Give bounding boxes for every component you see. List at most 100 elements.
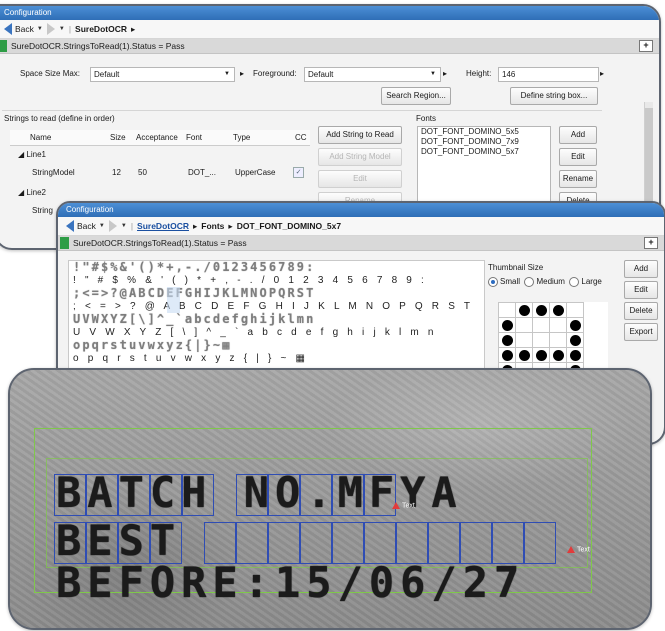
table-row[interactable]: String: [32, 206, 53, 215]
breadcrumb-suredotocr[interactable]: SureDotOCR: [75, 24, 127, 34]
dot-on-icon: [518, 349, 530, 361]
radio-icon: [569, 277, 580, 287]
radio-medium[interactable]: Medium: [524, 277, 565, 287]
char-box: [236, 522, 268, 564]
back-button[interactable]: Back ▼: [66, 220, 105, 232]
dot-glyph-row[interactable]: !"#$%&'()*+,-./0123456789:: [69, 261, 484, 274]
cc-checkbox[interactable]: ✓: [293, 167, 304, 178]
edit-font-button[interactable]: Edit: [559, 148, 597, 166]
char-box: [150, 522, 182, 564]
row-name: StringModel: [32, 168, 75, 177]
window-title: Configuration: [0, 6, 659, 20]
breadcrumb-suredotocr[interactable]: SureDotOCR: [137, 221, 189, 231]
add-string-model-button[interactable]: Add String Model: [318, 148, 402, 166]
strings-section-label: Strings to read (define in order): [4, 114, 115, 123]
string-marker[interactable]: Text: [567, 546, 590, 553]
fonts-list[interactable]: DOT_FONT_DOMINO_5x5 DOT_FONT_DOMINO_7x9 …: [417, 126, 551, 208]
export-glyph-button[interactable]: Export: [624, 323, 658, 341]
anchor-icon: [567, 546, 575, 553]
arrow-right-icon: ▸: [240, 69, 245, 78]
thumbnail-cell: [532, 317, 550, 333]
char-box: [182, 474, 214, 516]
expand-plus-button[interactable]: +: [639, 40, 653, 52]
column-type[interactable]: Type: [233, 133, 250, 142]
column-font[interactable]: Font: [186, 133, 202, 142]
column-acceptance[interactable]: Acceptance: [136, 133, 178, 142]
thumbnail-cell: [549, 302, 567, 318]
rename-font-button[interactable]: Rename: [559, 170, 597, 188]
dot-glyph-row[interactable]: opqrstuvwxyz{|}~▦: [69, 339, 484, 352]
forward-arrow-icon[interactable]: [108, 220, 117, 232]
radio-large[interactable]: Large: [569, 277, 602, 287]
radio-small[interactable]: Small: [488, 277, 520, 287]
foreground-select[interactable]: Default ▼: [304, 67, 441, 82]
table-row[interactable]: StringModel 12 50 DOT_... UpperCase ✓: [32, 167, 312, 180]
foreground-label: Foreground:: [253, 69, 297, 78]
list-item[interactable]: DOT_FONT_DOMINO_7x9: [418, 137, 550, 147]
delete-glyph-button[interactable]: Delete: [624, 302, 658, 320]
char-box: [428, 522, 460, 564]
row-font: DOT_...: [188, 168, 217, 177]
dot-on-icon: [501, 334, 513, 346]
row-name: Line1: [26, 150, 46, 159]
height-field[interactable]: 146: [498, 67, 599, 82]
height-label: Height:: [466, 69, 492, 78]
list-item[interactable]: DOT_FONT_DOMINO_5x7: [418, 147, 550, 157]
edit-glyph-button[interactable]: Edit: [624, 281, 658, 299]
arrow-right-icon: ▸: [443, 69, 448, 78]
row-type: UpperCase: [235, 168, 276, 177]
status-bar: SureDotOCR.StringsToRead(1).Status = Pas…: [58, 236, 664, 251]
char-box: [54, 522, 86, 564]
chevron-down-icon[interactable]: ▼: [59, 26, 65, 32]
separator: |: [130, 221, 134, 231]
thumbnail-cell: [566, 317, 584, 333]
back-label: Back: [15, 24, 34, 34]
thumbnail-cell: [549, 332, 567, 348]
edit-string-button[interactable]: Edit: [318, 170, 402, 188]
dot-glyph-row[interactable]: ;<=>?@ABCDEFGHIJKLMNOPQRST: [69, 287, 484, 300]
thumbnail-cell: [515, 332, 533, 348]
space-size-label: Space Size Max:: [20, 69, 81, 78]
forward-arrow-icon[interactable]: [46, 23, 55, 35]
collapse-icon[interactable]: ◢: [18, 188, 24, 197]
nav-bar: Back ▼ ▼ | SureDotOCR ▸ Fonts ▸ DOT_FONT…: [58, 217, 664, 236]
add-glyph-button[interactable]: Add: [624, 260, 658, 278]
char-box: [300, 522, 332, 564]
status-text: SureDotOCR.StringsToRead(1).Status = Pas…: [73, 238, 247, 248]
dot-glyph-row[interactable]: UVWXYZ[\]^_`abcdefghijklmn: [69, 313, 484, 326]
radio-label: Large: [581, 277, 602, 287]
add-font-button[interactable]: Add: [559, 126, 597, 144]
list-item[interactable]: DOT_FONT_DOMINO_5x5: [418, 127, 550, 137]
table-row[interactable]: ◢ Line1: [18, 150, 46, 159]
chevron-down-icon[interactable]: ▼: [121, 223, 127, 229]
breadcrumb-fonts[interactable]: Fonts: [201, 221, 224, 231]
dot-on-icon: [535, 304, 547, 316]
pass-status-icon: [0, 40, 7, 52]
collapse-icon[interactable]: ◢: [18, 150, 24, 159]
table-row[interactable]: ◢ Line2: [18, 188, 46, 197]
marker-label: Text: [577, 546, 590, 554]
column-cc[interactable]: CC: [295, 133, 307, 142]
column-name[interactable]: Name: [30, 133, 51, 142]
scrollbar-thumb[interactable]: [645, 108, 653, 208]
dot-on-icon: [569, 334, 581, 346]
breadcrumb-arrow-icon: ▸: [228, 220, 233, 231]
chevron-down-icon: ▼: [98, 223, 105, 229]
breadcrumb-font-name[interactable]: DOT_FONT_DOMINO_5x7: [237, 221, 341, 231]
back-button[interactable]: Back ▼: [4, 23, 43, 35]
search-region-button[interactable]: Search Region...: [381, 87, 451, 105]
char-box: [332, 474, 364, 516]
selected-glyph-highlight: [167, 287, 180, 313]
char-box: [118, 522, 150, 564]
define-string-box-button[interactable]: Define string box...: [510, 87, 598, 105]
string-marker[interactable]: Text: [392, 502, 415, 509]
column-size[interactable]: Size: [110, 133, 126, 142]
char-box: [332, 522, 364, 564]
nav-bar: Back ▼ ▼ | SureDotOCR ▸: [0, 20, 659, 39]
glyph-label-row[interactable]: o p q r s t u v w x y z { | } ~ ▦: [69, 352, 484, 365]
add-string-to-read-button[interactable]: Add String to Read: [318, 126, 402, 144]
expand-plus-button[interactable]: +: [644, 237, 658, 249]
space-size-select[interactable]: Default ▼: [90, 67, 235, 82]
row-name: Line2: [26, 188, 46, 197]
breadcrumb-arrow-icon[interactable]: ▸: [131, 24, 135, 35]
